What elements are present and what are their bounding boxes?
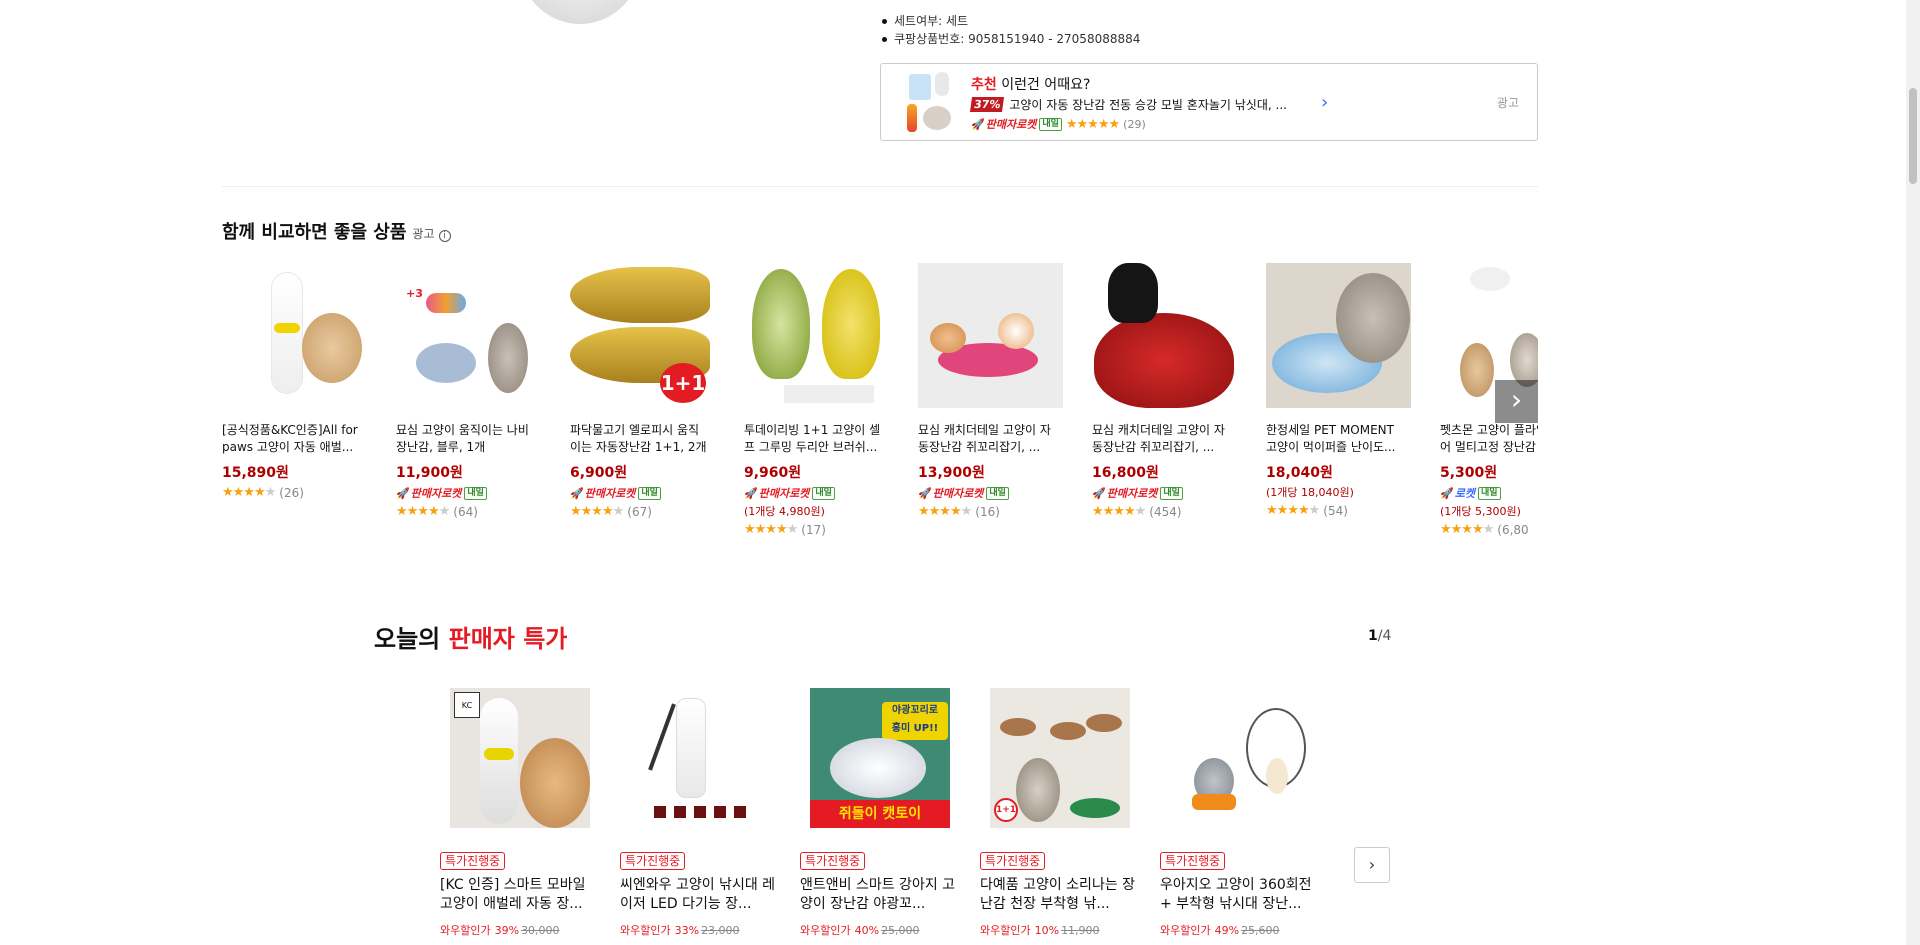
spec-list: 세트여부: 세트 쿠팡상품번호: 9058151940 - 2705808888… <box>880 12 1140 48</box>
spec-item: 쿠팡상품번호: 9058151940 - 27058088884 <box>880 30 1140 48</box>
rating: ★★★★★ (454) <box>1092 504 1182 519</box>
recommend-title: 추천 이런건 어때요? <box>971 77 1091 93</box>
rocket-delivery-badge: 🚀 판매자로켓 내일 <box>396 485 541 501</box>
product-image[interactable] <box>918 263 1063 408</box>
unit-price: (1개당 5,300원) <box>1440 505 1521 518</box>
product-price: 15,890원 <box>222 465 289 481</box>
star-rating: ★★★★★ <box>1065 116 1120 132</box>
rating: ★★★★★ (64) <box>396 504 478 519</box>
product-price: 11,900원 <box>396 465 463 481</box>
product-name[interactable]: 묘심 캐치더테일 고양이 자동장난감 쥐꼬리잡기, ... <box>1092 422 1232 456</box>
unit-price: (1개당 18,040원) <box>1266 486 1354 499</box>
rating: ★★★★★ (67) <box>570 504 652 519</box>
deals-section-title: 오늘의 판매자 특가 <box>374 625 568 653</box>
product-price: 18,040원 <box>1266 465 1333 481</box>
compare-item[interactable]: 묘심 캐치더테일 고양이 자동장난감 쥐꼬리잡기, ... 16,800원 🚀 판… <box>1092 263 1237 519</box>
product-name[interactable]: 펫츠몬 고양이 플라잉 와이어 멀티고정 장난감 <box>1440 422 1538 456</box>
rocket-delivery-badge: 🚀 로켓 내일 <box>1440 485 1538 501</box>
rating: ★★★★★ (17) <box>744 522 826 537</box>
deal-badge: 특가진행중 <box>800 852 866 870</box>
recommend-box[interactable]: 추천 이런건 어때요? 37% 고양이 자동 장난감 전동 승강 모빌 혼자놀기… <box>880 63 1538 141</box>
deal-item[interactable]: 야광꼬리로 흥미 UP!! 쥐돌이 캣토이 특가진행중 앤트앤비 스마트 강아지 … <box>800 688 960 938</box>
deal-image[interactable] <box>1170 688 1310 828</box>
rating: ★★★★★ (54) <box>1266 503 1348 518</box>
unit-price: (1개당 4,980원) <box>744 505 825 518</box>
scrollbar-thumb[interactable] <box>1909 88 1917 184</box>
deal-badge: 특가진행중 <box>980 852 1046 870</box>
product-name[interactable]: 투데이리빙 1+1 고양이 셀프 그루밍 두리안 브러쉬... <box>744 422 884 456</box>
product-name[interactable]: [공식정품&KC인증]All for paws 고양이 자동 애벌... <box>222 422 362 456</box>
product-image[interactable] <box>744 263 889 408</box>
rating: ★★★★★ (26) <box>222 485 304 500</box>
divider <box>222 186 1538 187</box>
deal-item[interactable]: 특가진행중 씨엔와우 고양이 낚시대 레이저 LED 다기능 장... 와우할인… <box>620 688 780 938</box>
product-price: 9,960원 <box>744 465 802 481</box>
product-price: 5,300원 <box>1440 465 1498 481</box>
deal-price: 와우할인가 39% 30,000 <box>440 924 560 937</box>
product-name[interactable]: 묘심 캐치더테일 고양이 자동장난감 쥐꼬리잡기, ... <box>918 422 1058 456</box>
deal-image[interactable]: KC <box>450 688 590 828</box>
compare-carousel: [공식정품&KC인증]All for paws 고양이 자동 애벌... 15,… <box>222 263 1538 543</box>
deals-next-button[interactable]: › <box>1354 847 1390 883</box>
product-image[interactable] <box>1266 263 1411 408</box>
ad-label: 광고 <box>1496 96 1519 110</box>
deal-price: 와우할인가 10% 11,900 <box>980 924 1100 937</box>
rocket-delivery-badge: 🚀 판매자로켓 내일 <box>744 485 889 501</box>
deal-item[interactable]: 1+1 특가진행중 다예품 고양이 소리나는 장난감 천장 부착형 낚... 와… <box>980 688 1140 938</box>
product-price: 13,900원 <box>918 465 985 481</box>
deal-badge: 특가진행중 <box>620 852 686 870</box>
compare-item[interactable]: 묘심 캐치더테일 고양이 자동장난감 쥐꼬리잡기, ... 13,900원 🚀 판… <box>918 263 1063 519</box>
deal-name[interactable]: 다예품 고양이 소리나는 장난감 천장 부착형 낚... <box>980 876 1140 914</box>
compare-item[interactable]: 1+1 파닥물고기 엘로피시 움직이는 자동장난감 1+1, 2개 6,900원… <box>570 263 715 519</box>
chevron-right-icon: › <box>1510 383 1523 416</box>
carousel-next-button[interactable]: › <box>1495 380 1538 423</box>
compare-section-title: 함께 비교하면 좋을 상품 광고 i <box>222 218 451 244</box>
deal-image[interactable] <box>630 688 770 828</box>
deal-name[interactable]: 씨엔와우 고양이 낚시대 레이저 LED 다기능 장... <box>620 876 780 914</box>
scrollbar[interactable] <box>1906 0 1920 945</box>
deal-badge: 특가진행중 <box>440 852 506 870</box>
deal-badge: 특가진행중 <box>1160 852 1226 870</box>
product-image[interactable] <box>1092 263 1237 408</box>
compare-item[interactable]: +3 묘심 고양이 움직이는 나비 장난감, 블루, 1개 11,900원 🚀 판… <box>396 263 541 519</box>
deal-price: 와우할인가 40% 25,000 <box>800 924 920 937</box>
chevron-right-icon[interactable]: › <box>1321 92 1328 113</box>
product-image[interactable]: +3 <box>396 263 541 408</box>
deal-name[interactable]: [KC 인증] 스마트 모바일 고양이 애벌레 자동 장... <box>440 876 600 914</box>
deal-item[interactable]: 특가진행중 우아지오 고양이 360회전 + 부착형 낚시대 장난... 와우할… <box>1160 688 1320 938</box>
rocket-icon: 🚀 <box>971 117 985 131</box>
rocket-delivery-badge: 🚀 판매자로켓 내일 <box>570 485 715 501</box>
deals-pagination: 1/4 <box>1368 628 1392 644</box>
compare-item[interactable]: 한정세일 PET MOMENT 고양이 먹이퍼즐 난이도... 18,040원 … <box>1266 263 1411 518</box>
recommend-thumbnail <box>905 70 959 134</box>
deal-name[interactable]: 우아지오 고양이 360회전 + 부착형 낚시대 장난... <box>1160 876 1320 914</box>
product-image-fragment <box>520 0 640 24</box>
product-name[interactable]: 한정세일 PET MOMENT 고양이 먹이퍼즐 난이도... <box>1266 422 1406 456</box>
recommend-product-name[interactable]: 고양이 자동 장난감 전동 승강 모빌 혼자놀기 낚싯대, ... <box>1009 96 1287 113</box>
compare-item[interactable]: [공식정품&KC인증]All for paws 고양이 자동 애벌... 15,… <box>222 263 367 500</box>
recommend-product[interactable]: 37% 고양이 자동 장난감 전동 승강 모빌 혼자놀기 낚싯대, ... <box>969 96 1287 113</box>
chevron-right-icon: › <box>1368 855 1376 874</box>
deal-image[interactable]: 1+1 <box>990 688 1130 828</box>
rating: ★★★★★ (16) <box>918 504 1000 519</box>
recommend-meta: 🚀 판매자로켓 내일 ★★★★★ (29) <box>971 116 1146 132</box>
deal-price: 와우할인가 33% 23,000 <box>620 924 740 937</box>
product-name[interactable]: 묘심 고양이 움직이는 나비 장난감, 블루, 1개 <box>396 422 536 456</box>
product-image[interactable] <box>222 263 367 408</box>
deal-item[interactable]: KC 특가진행중 [KC 인증] 스마트 모바일 고양이 애벌레 자동 장...… <box>440 688 600 938</box>
rating: ★★★★★ (6,80 <box>1440 522 1529 537</box>
product-price: 16,800원 <box>1092 465 1159 481</box>
discount-badge: 37% <box>969 97 1005 112</box>
deal-name[interactable]: 앤트앤비 스마트 강아지 고양이 장난감 야광꼬... <box>800 876 960 914</box>
product-image[interactable]: 1+1 <box>570 263 715 408</box>
deal-image[interactable]: 야광꼬리로 흥미 UP!! 쥐돌이 캣토이 <box>810 688 950 828</box>
product-price: 6,900원 <box>570 465 628 481</box>
deal-price: 와우할인가 49% 25,600 <box>1160 924 1280 937</box>
compare-item[interactable]: 투데이리빙 1+1 고양이 셀프 그루밍 두리안 브러쉬... 9,960원 🚀… <box>744 263 889 537</box>
info-icon[interactable]: i <box>438 230 451 242</box>
spec-item: 세트여부: 세트 <box>880 12 1140 30</box>
product-name[interactable]: 파닥물고기 엘로피시 움직이는 자동장난감 1+1, 2개 <box>570 422 710 456</box>
rocket-delivery-badge: 🚀 판매자로켓 내일 <box>918 485 1063 501</box>
rocket-delivery-badge: 🚀 판매자로켓 내일 <box>1092 485 1237 501</box>
